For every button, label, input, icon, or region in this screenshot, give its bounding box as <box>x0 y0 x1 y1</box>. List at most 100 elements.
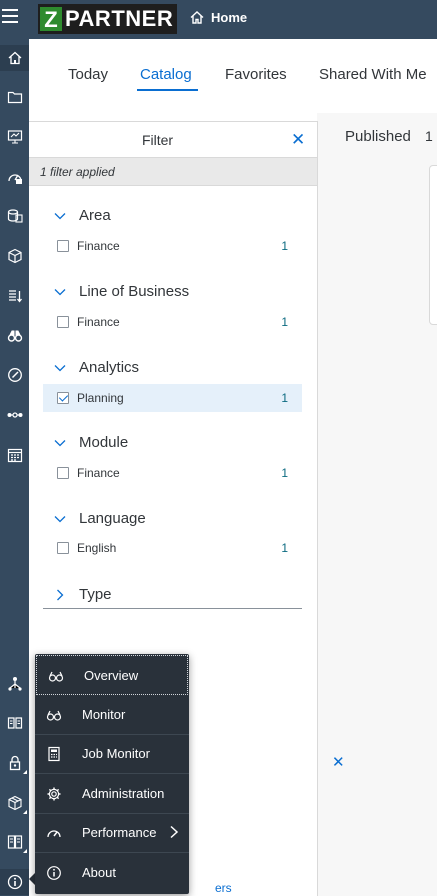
filter-group-label: Area <box>79 207 111 224</box>
chevron-down-icon <box>54 365 66 372</box>
menu-item-overview[interactable]: Overview <box>36 655 188 695</box>
chevron-right-icon <box>57 589 64 601</box>
home-label: Home <box>211 10 248 25</box>
filter-group-area[interactable]: Area <box>29 207 309 227</box>
option-label: English <box>77 541 117 555</box>
menu-item-label: Overview <box>84 668 139 683</box>
option-label: Planning <box>77 391 124 405</box>
nav-hierarchy-icon[interactable] <box>0 671 29 697</box>
filter-applied-text: 1 filter applied <box>40 165 115 179</box>
tab-today[interactable]: Today <box>68 66 108 83</box>
option-checkbox[interactable] <box>57 542 69 554</box>
filter-applied-bar: 1 filter applied <box>29 157 317 186</box>
nav-performance-icon[interactable] <box>0 362 29 388</box>
published-label[interactable]: Published <box>345 128 411 145</box>
nav-data-import-icon[interactable] <box>0 283 29 309</box>
nav-system-info-icon[interactable] <box>0 869 29 895</box>
filter-group-type[interactable]: Type <box>29 586 309 606</box>
nav-book-icon[interactable] <box>0 710 29 736</box>
nav-connections-icon[interactable] <box>0 402 29 428</box>
info-icon <box>47 866 61 880</box>
menu-item-administration[interactable]: Administration <box>35 774 189 814</box>
filter-title: Filter <box>141 132 174 148</box>
gear-icon <box>47 787 61 801</box>
catalog-content <box>317 113 437 896</box>
filter-group-line-of-business[interactable]: Line of Business <box>29 283 309 303</box>
menu-item-label: Monitor <box>82 707 126 722</box>
close-icon[interactable]: ✕ <box>332 753 345 771</box>
tab-catalog[interactable]: Catalog <box>140 66 192 83</box>
filter-close-icon[interactable]: ✕ <box>291 130 305 150</box>
side-navigation <box>0 39 29 896</box>
menu-item-label: Job Monitor <box>82 746 150 761</box>
nav-modeler-icon[interactable] <box>0 203 29 229</box>
nav-calendar-icon[interactable] <box>0 442 29 468</box>
glasses-icon <box>46 710 62 721</box>
nav-deployment-icon[interactable] <box>0 790 29 816</box>
option-label: Finance <box>77 466 120 480</box>
menu-item-monitor[interactable]: Monitor <box>35 695 189 735</box>
nav-catalog-icon[interactable] <box>0 829 29 855</box>
filter-option[interactable]: English 1 <box>43 534 302 562</box>
option-label: Finance <box>77 315 120 329</box>
option-label: Finance <box>77 239 120 253</box>
filter-group-language[interactable]: Language <box>29 510 309 530</box>
nav-security-icon[interactable] <box>0 750 29 776</box>
logo-letter: Z <box>40 7 62 32</box>
glasses-icon <box>48 671 64 682</box>
option-count: 1 <box>281 541 288 555</box>
nav-analytic-app-icon[interactable] <box>0 164 29 190</box>
filter-group-label: Module <box>79 434 129 451</box>
option-count: 1 <box>281 466 288 480</box>
filter-option[interactable]: Finance 1 <box>43 459 302 487</box>
menu-item-label: About <box>82 865 116 880</box>
chevron-right-icon <box>170 825 179 839</box>
option-checkbox[interactable] <box>57 316 69 328</box>
filter-group-label: Language <box>79 510 146 527</box>
logo-text: PARTNER <box>65 6 174 31</box>
filter-group-module[interactable]: Module <box>29 434 309 454</box>
nav-cube-icon[interactable] <box>0 243 29 269</box>
menu-item-job-monitor[interactable]: Job Monitor <box>35 734 189 774</box>
filter-group-label: Line of Business <box>79 283 190 300</box>
option-checkbox[interactable] <box>57 467 69 479</box>
filter-option[interactable]: Finance 1 <box>43 308 302 336</box>
menu-item-label: Performance <box>82 825 157 840</box>
gauge-icon <box>47 830 61 838</box>
tab-bar: Today Catalog Favorites Shared With Me <box>29 39 437 113</box>
menu-item-performance[interactable]: Performance <box>35 813 189 853</box>
menu-item-about[interactable]: About <box>35 853 189 893</box>
nav-stories-icon[interactable] <box>0 124 29 150</box>
hamburger-menu-icon[interactable] <box>2 9 18 27</box>
system-menu-popup: Overview Monitor Job Monitor Administrat… <box>35 654 189 894</box>
option-count: 1 <box>281 315 288 329</box>
option-count: 1 <box>281 391 288 405</box>
option-checkbox-checked[interactable] <box>57 392 69 404</box>
menu-item-label: Administration <box>82 786 165 801</box>
chevron-down-icon <box>54 516 66 523</box>
home-icon <box>190 11 204 24</box>
filter-divider <box>43 608 302 609</box>
nav-files-icon[interactable] <box>0 84 29 110</box>
filter-option-selected[interactable]: Planning 1 <box>43 384 302 412</box>
tab-selected-indicator <box>137 89 198 91</box>
catalog-card[interactable] <box>429 165 437 325</box>
chevron-down-icon <box>54 440 66 447</box>
filter-group-label: Type <box>79 586 112 603</box>
chevron-down-icon <box>54 289 66 296</box>
option-count: 1 <box>281 239 288 253</box>
calculator-icon <box>48 746 60 762</box>
filter-footer-link[interactable]: ers <box>215 881 232 895</box>
shell-bar: Z PARTNER Home <box>0 0 437 39</box>
tab-favorites[interactable]: Favorites <box>225 66 287 83</box>
home-link[interactable]: Home <box>190 10 247 25</box>
filter-group-analytics[interactable]: Analytics <box>29 359 309 379</box>
nav-binoculars-icon[interactable] <box>0 323 29 349</box>
option-checkbox[interactable] <box>57 240 69 252</box>
filter-option[interactable]: Finance 1 <box>43 232 302 260</box>
filter-group-label: Analytics <box>79 359 140 376</box>
company-logo[interactable]: Z PARTNER <box>38 4 178 34</box>
tab-shared-with-me[interactable]: Shared With Me <box>319 66 427 83</box>
nav-home-icon[interactable] <box>0 45 29 71</box>
published-count: 1 <box>425 128 433 144</box>
